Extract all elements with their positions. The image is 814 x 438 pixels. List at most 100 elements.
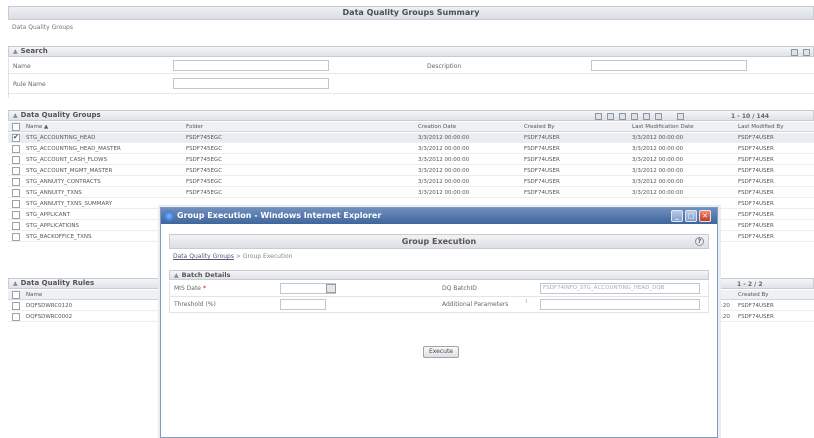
- filter-icon[interactable]: [677, 113, 684, 120]
- col-folder[interactable]: Folder: [186, 124, 203, 130]
- table-row[interactable]: STG_ANNUITY_TXNS FSDF745EGC 3/3/2012 00:00…: [8, 188, 814, 198]
- rule-name-label: Rule Name: [13, 81, 46, 88]
- execute-button[interactable]: Execute: [423, 346, 459, 358]
- group-creation-date: 3/3/2012 00:00:00: [418, 157, 470, 163]
- row-checkbox[interactable]: [12, 133, 20, 142]
- group-folder: FSDF745EGC: [186, 135, 223, 141]
- edit-icon[interactable]: [619, 113, 626, 120]
- name-input[interactable]: [173, 60, 329, 71]
- group-name: STG_ACCOUNTING_HEAD_MASTER: [26, 146, 121, 152]
- row-checkbox[interactable]: [12, 156, 20, 164]
- row-checkbox[interactable]: [12, 313, 20, 321]
- crumb-current: Group Execution: [242, 253, 293, 260]
- collapse-icon[interactable]: ▲: [13, 112, 18, 119]
- crumb-separator: >: [233, 253, 243, 260]
- group-last-mod-by: FSDF74USER: [738, 223, 774, 229]
- group-last-mod-by: FSDF74USER: [738, 179, 774, 185]
- row-checkbox[interactable]: [12, 145, 20, 153]
- threshold-input[interactable]: [280, 299, 326, 310]
- table-row[interactable]: STG_ACCOUNT_MGMT_MASTER FSDF745EGC 3/3/201…: [8, 166, 814, 176]
- dq-batch-input[interactable]: FSDF74INFO_STG_ACCOUNTING_HEAD_DQB: [540, 283, 700, 294]
- close-button[interactable]: ✕: [699, 210, 711, 222]
- row-checkbox[interactable]: [12, 302, 20, 310]
- collapse-icon[interactable]: ▲: [174, 272, 179, 279]
- groups-heading: Data Quality Groups: [20, 111, 101, 119]
- window-titlebar[interactable]: Group Execution - Windows Internet Explo…: [161, 208, 717, 224]
- rules-col-name[interactable]: Name: [26, 292, 42, 298]
- collapse-icon[interactable]: ▲: [13, 48, 18, 55]
- group-creation-date: 3/3/2012 00:00:00: [418, 146, 470, 152]
- group-name: STG_ACCOUNT_CASH_FLOWS: [26, 157, 108, 163]
- group-last-mod-date: 3/3/2012 00:00:00: [632, 157, 684, 163]
- row-checkbox[interactable]: [12, 222, 20, 230]
- group-last-mod-by: FSDF74USER: [738, 212, 774, 218]
- group-last-mod-by: FSDF74USER: [738, 135, 774, 141]
- rules-col-created-by[interactable]: Created By: [738, 292, 769, 298]
- collapse-icon[interactable]: ▲: [13, 280, 18, 287]
- description-input[interactable]: [591, 60, 747, 71]
- group-name: STG_ANNUITY_CONTRACTS: [26, 179, 101, 185]
- help-icon[interactable]: ?: [695, 237, 704, 246]
- search-icon[interactable]: [791, 49, 798, 56]
- table-row[interactable]: STG_ACCOUNTING_HEAD FSDF745EGC 3/3/2012 00…: [8, 133, 814, 143]
- select-all-rules-checkbox[interactable]: [12, 291, 20, 299]
- breadcrumb: Data Quality Groups: [12, 24, 73, 31]
- group-created-by: FSDF74USER: [524, 157, 560, 163]
- table-row[interactable]: STG_ANNUITY_CONTRACTS FSDF745EGC 3/3/2012 …: [8, 177, 814, 187]
- group-folder: FSDF745EGC: [186, 168, 223, 174]
- modal-breadcrumb: Data Quality Groups > Group Execution: [173, 253, 292, 260]
- threshold-label: Threshold (%): [174, 301, 216, 308]
- description-label: Description: [427, 63, 462, 70]
- row-checkbox[interactable]: [12, 211, 20, 219]
- rule-name-input[interactable]: [173, 78, 329, 89]
- col-last-mod-by[interactable]: Last Modified By: [738, 124, 783, 130]
- crumb-link-groups[interactable]: Data Quality Groups: [173, 253, 234, 260]
- row-checkbox[interactable]: [12, 189, 20, 197]
- add-icon[interactable]: [607, 113, 614, 120]
- additional-params-input[interactable]: [540, 299, 700, 310]
- run-icon[interactable]: [655, 113, 662, 120]
- delete-icon[interactable]: [643, 113, 650, 120]
- group-last-mod-date: 3/3/2012 00:00:00: [632, 146, 684, 152]
- table-row[interactable]: STG_ACCOUNT_CASH_FLOWS FSDF745EGC 3/3/2012…: [8, 155, 814, 165]
- col-last-mod-date[interactable]: Last Modification Date: [632, 124, 694, 130]
- mis-date-label: MIS Date *: [174, 285, 206, 292]
- group-last-mod-by: FSDF74USER: [738, 234, 774, 240]
- group-folder: FSDF745EGC: [186, 157, 223, 163]
- table-row[interactable]: STG_ACCOUNTING_HEAD_MASTER FSDF745EGC 3/3/…: [8, 144, 814, 154]
- col-created-by[interactable]: Created By: [524, 124, 555, 130]
- reset-icon[interactable]: [803, 49, 810, 56]
- row-checkbox[interactable]: [12, 178, 20, 186]
- group-last-mod-by: FSDF74USER: [738, 146, 774, 152]
- group-folder: FSDF745EGC: [186, 179, 223, 185]
- batch-details-header[interactable]: ▲ Batch Details: [169, 270, 709, 280]
- maximize-button[interactable]: □: [685, 210, 697, 222]
- group-last-mod-by: FSDF74USER: [738, 157, 774, 163]
- row-checkbox[interactable]: [12, 200, 20, 208]
- group-last-mod-by: FSDF74USER: [738, 201, 774, 207]
- calendar-icon[interactable]: [326, 284, 336, 293]
- group-name: STG_ANNUITY_TXNS_SUMMARY: [26, 201, 113, 207]
- group-name: STG_APPLICANT: [26, 212, 71, 218]
- minimize-button[interactable]: _: [671, 210, 683, 222]
- name-label: Name: [13, 63, 31, 70]
- select-all-checkbox[interactable]: [12, 123, 20, 131]
- col-name[interactable]: Name ▲: [26, 124, 48, 130]
- col-creation-date[interactable]: Creation Date: [418, 124, 456, 130]
- group-last-mod-date: 3/3/2012 00:00:00: [632, 168, 684, 174]
- copy-icon[interactable]: [631, 113, 638, 120]
- search-section-header[interactable]: ▲ Search: [8, 46, 814, 57]
- view-icon[interactable]: [595, 113, 602, 120]
- rule-created-by: FSDF74USER: [738, 303, 774, 309]
- row-checkbox[interactable]: [12, 233, 20, 241]
- group-last-mod-date: 3/3/2012 00:00:00: [632, 179, 684, 185]
- info-icon[interactable]: i: [526, 299, 527, 305]
- group-last-mod-date: 3/3/2012 00:00:00: [632, 190, 684, 196]
- row-checkbox[interactable]: [12, 167, 20, 175]
- window-title: Group Execution - Windows Internet Explo…: [177, 211, 382, 220]
- page-title: Data Quality Groups Summary: [8, 6, 814, 20]
- groups-section-header[interactable]: ▲ Data Quality Groups 1 - 10 / 144: [8, 110, 814, 121]
- search-heading: Search: [20, 47, 48, 55]
- dq-batch-label: DQ BatchID: [442, 285, 477, 292]
- group-created-by: FSDF74USER: [524, 146, 560, 152]
